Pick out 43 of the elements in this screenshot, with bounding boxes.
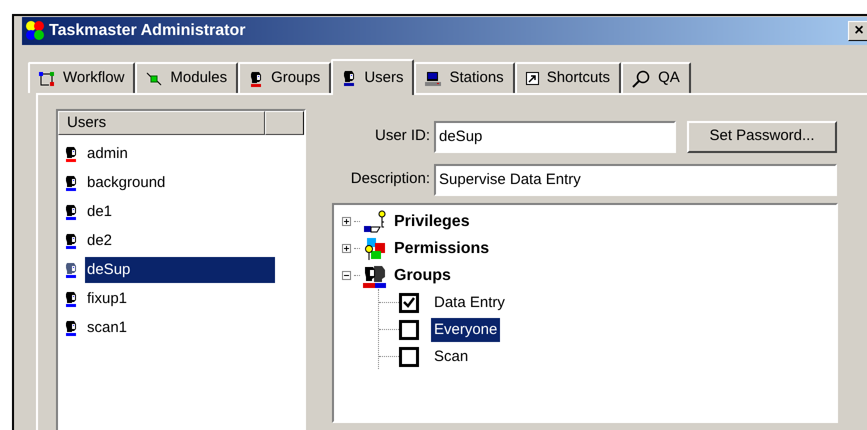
field-label: User ID: [374, 126, 431, 146]
close-button[interactable]: × [848, 21, 867, 41]
expand-toggle[interactable] [342, 217, 351, 226]
tree-item[interactable]: Data Entry [431, 290, 508, 314]
column-header[interactable]: Users [58, 111, 265, 135]
checkbox[interactable] [399, 292, 419, 312]
user-id-field[interactable]: deSup [434, 120, 676, 152]
key-hand-icon [363, 210, 387, 234]
tab[interactable]: Users [331, 59, 414, 95]
set-password-button[interactable]: Set Password... [687, 120, 837, 152]
user-list-item[interactable]: scan1 [64, 313, 304, 342]
user-list-item[interactable]: background [64, 168, 304, 197]
user-list-item[interactable]: de1 [64, 197, 304, 226]
tree-item[interactable]: Everyone [431, 318, 500, 342]
people-icon [249, 70, 264, 86]
computer-icon [425, 72, 442, 86]
check-icon [403, 297, 415, 308]
colored-squares-key-icon [363, 236, 387, 260]
tree-node[interactable]: Permissions [394, 236, 490, 260]
flowchart-icon [39, 72, 55, 86]
modules-icon [146, 72, 162, 86]
user-list-item[interactable]: fixup1 [64, 284, 304, 313]
search-icon [632, 70, 650, 88]
tab[interactable]: Modules [135, 62, 238, 93]
checkbox[interactable] [399, 320, 419, 340]
tree-node[interactable]: Groups [394, 264, 451, 288]
tab[interactable]: Stations [414, 62, 515, 93]
user-icon [342, 70, 356, 86]
checkbox[interactable] [399, 346, 419, 366]
tree-item[interactable]: Scan [431, 344, 472, 368]
expand-toggle[interactable] [342, 244, 351, 253]
people-icon [363, 264, 387, 288]
description-field[interactable]: Supervise Data Entry [434, 164, 837, 196]
window-title: Taskmaster Administrator [49, 21, 246, 41]
field-label: Description: [350, 169, 431, 190]
tab[interactable]: QA [621, 62, 691, 93]
tab[interactable]: Workflow [28, 62, 136, 93]
tab[interactable]: Shortcuts [514, 62, 622, 93]
collapse-toggle[interactable] [342, 271, 351, 280]
user-list-item[interactable]: de2 [64, 226, 304, 255]
app-logo-icon [24, 20, 46, 42]
user-list-item[interactable]: admin [64, 139, 304, 168]
tree-node[interactable]: Privileges [394, 210, 470, 234]
